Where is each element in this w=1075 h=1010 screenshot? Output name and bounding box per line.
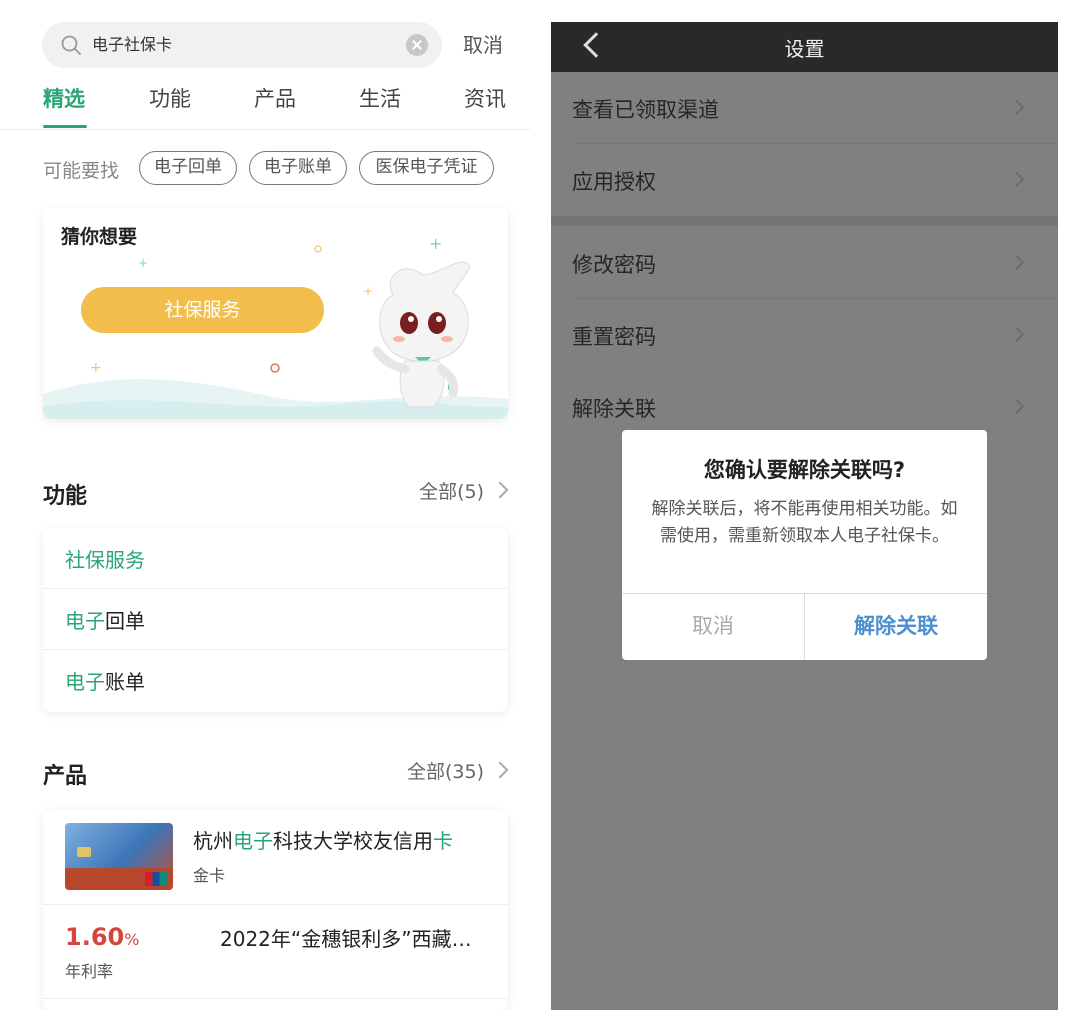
chevron-right-icon: [1008, 99, 1025, 116]
active-tab-indicator: [43, 125, 87, 128]
rate-unit: %: [124, 930, 140, 949]
suggestion-label: 可能要找: [43, 160, 120, 182]
chevron-right-icon: [491, 761, 509, 779]
unionpay-icon: [145, 872, 167, 886]
highlight-text: 电子: [65, 670, 105, 694]
credit-card-image: [65, 823, 173, 890]
search-query: 电子社保卡: [92, 35, 173, 54]
highlight-text: 社保服务: [65, 548, 145, 572]
suggestion-chip[interactable]: 电子账单: [249, 151, 347, 185]
svg-text:+: +: [429, 234, 442, 253]
svg-text:+: +: [138, 256, 148, 270]
functions-section-header: 功能 全部(5): [43, 478, 509, 509]
view-all-products-link[interactable]: 全部(35): [407, 758, 484, 786]
clear-icon[interactable]: [406, 34, 428, 56]
dialog-cancel-button[interactable]: 取消: [622, 593, 804, 660]
divider: [43, 904, 508, 905]
functions-list: 社保服务 电子回单 电子账单: [43, 528, 508, 712]
rate-value: 1.60: [65, 923, 125, 951]
dialog-confirm-unlink-button[interactable]: 解除关联: [805, 593, 987, 660]
search-icon: [61, 35, 81, 55]
function-label: 电子回单: [65, 605, 145, 634]
settings-item-view-channels[interactable]: 查看已领取渠道: [551, 72, 1058, 144]
settings-item-reset-password[interactable]: 重置密码: [551, 299, 1058, 371]
tab-products[interactable]: 产品: [254, 85, 296, 113]
name-part: 科技大学校友信用: [273, 829, 433, 853]
section-gap: [551, 216, 1058, 226]
mascot-illustration: [372, 261, 471, 408]
highlight-text: 电子: [65, 609, 105, 633]
suggestion-chip[interactable]: 医保电子凭证: [359, 151, 494, 185]
label-text: 账单: [105, 670, 145, 694]
tab-featured[interactable]: 精选: [43, 85, 85, 113]
suggestion-row: 可能要找 电子回单 电子账单 医保电子凭证: [43, 150, 513, 186]
highlight-text: 卡: [433, 829, 453, 853]
chevron-right-icon: [1008, 254, 1025, 271]
guess-card: 猜你想要 + + + + 社保服务: [43, 207, 508, 419]
view-all-functions-link[interactable]: 全部(5): [419, 478, 484, 506]
section-title: 产品: [43, 764, 88, 789]
settings-item-change-password[interactable]: 修改密码: [551, 227, 1058, 299]
search-bar: 电子社保卡 取消: [42, 22, 512, 68]
chevron-right-icon: [1008, 326, 1025, 343]
product-name: 杭州电子科技大学校友信用卡: [193, 825, 453, 854]
search-input[interactable]: 电子社保卡: [42, 22, 442, 68]
annual-rate: 1.60%: [65, 923, 139, 951]
search-results-screen: 电子社保卡 取消 精选 功能 产品 生活 资讯 可能要找 电子回单 电子账单 医…: [0, 0, 530, 1010]
confirm-unlink-dialog: 您确认要解除关联吗? 解除关联后，将不能再使用相关功能。如需使用，需重新领取本人…: [622, 430, 987, 660]
products-section-header: 产品 全部(35): [43, 758, 509, 789]
section-title: 功能: [43, 484, 88, 509]
dialog-title: 您确认要解除关联吗?: [703, 458, 906, 482]
chevron-right-icon: [491, 481, 509, 499]
nav-bar: 设置: [551, 22, 1058, 72]
suggestion-chip[interactable]: 电子回单: [139, 151, 237, 185]
cancel-button[interactable]: 取消: [463, 32, 503, 58]
settings-item-label: 解除关联: [572, 397, 656, 421]
product-name: 2022年“金穗银利多”西藏…: [220, 927, 472, 951]
tab-life[interactable]: 生活: [359, 85, 401, 113]
list-item[interactable]: 电子回单: [43, 589, 508, 650]
chevron-right-icon: [1008, 398, 1025, 415]
settings-item-label: 修改密码: [572, 253, 656, 277]
social-security-service-button[interactable]: 社保服务: [81, 287, 324, 333]
svg-text:+: +: [90, 360, 102, 376]
label-text: 回单: [105, 609, 145, 633]
list-item[interactable]: 社保服务: [43, 528, 508, 589]
function-label: 社保服务: [65, 544, 145, 573]
list-item[interactable]: 电子账单: [43, 650, 508, 711]
tab-news[interactable]: 资讯: [464, 85, 506, 113]
tab-functions[interactable]: 功能: [149, 85, 191, 113]
function-label: 电子账单: [65, 666, 145, 695]
page-title: 设置: [784, 37, 825, 61]
settings-screen: 设置 查看已领取渠道 应用授权 修改密码 重置密码 解除关联 您确认要解除关联吗…: [551, 22, 1058, 1010]
divider: [43, 998, 508, 999]
category-tabs: 精选 功能 产品 生活 资讯: [0, 80, 530, 130]
settings-item-label: 查看已领取渠道: [572, 98, 719, 122]
settings-item-app-authorization[interactable]: 应用授权: [551, 144, 1058, 216]
products-list: 杭州电子科技大学校友信用卡 金卡 1.60% 年利率 2022年“金穗银利多”西…: [43, 810, 508, 1010]
highlight-text: 电子: [233, 829, 273, 853]
rate-label: 年利率: [65, 962, 114, 981]
settings-item-label: 应用授权: [572, 170, 656, 194]
dialog-message: 解除关联后，将不能再使用相关功能。如需使用，需重新领取本人电子社保卡。: [651, 499, 958, 546]
product-tier: 金卡: [193, 866, 226, 885]
name-part: 杭州: [193, 829, 233, 853]
settings-item-label: 重置密码: [572, 325, 656, 349]
chevron-right-icon: [1008, 171, 1025, 188]
